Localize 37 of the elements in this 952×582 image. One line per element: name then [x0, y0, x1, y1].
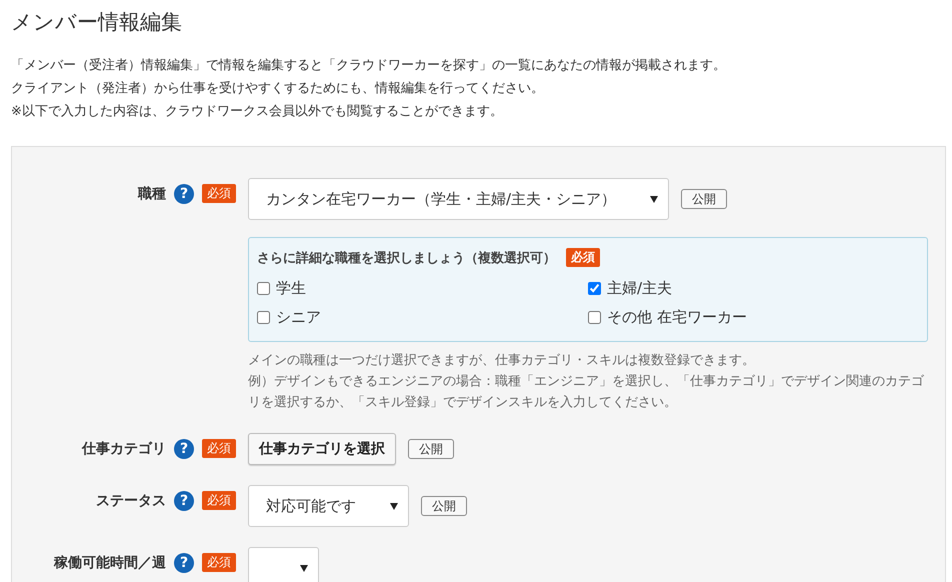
field-label: 職種	[138, 185, 166, 204]
caret-icon	[650, 196, 658, 202]
field-label: 仕事カテゴリ	[82, 440, 166, 459]
dropdown-select[interactable]: 対応可能です	[248, 485, 409, 527]
checkbox[interactable]	[588, 311, 601, 324]
field-label: ステータス	[96, 492, 166, 511]
select-category-button[interactable]: 仕事カテゴリを選択	[248, 433, 396, 465]
help-icon[interactable]: ?	[174, 439, 194, 459]
required-badge: 必須	[202, 491, 236, 510]
checkbox-label: 主婦/主夫	[607, 279, 672, 298]
intro-text: クライアント（発注者）から仕事を受けやすくするためにも、情報編集を行ってください。	[11, 80, 545, 98]
help-icon[interactable]: ?	[174, 553, 194, 573]
required-badge: 必須	[202, 553, 236, 572]
checkbox[interactable]	[588, 282, 601, 295]
checkbox[interactable]	[257, 282, 270, 295]
visibility-button[interactable]: 公開	[681, 189, 728, 209]
field-label: 稼働可能時間／週	[54, 554, 166, 573]
checkbox-label: シニア	[276, 308, 321, 327]
dropdown-select[interactable]: カンタン在宅ワーカー（学生・主婦/主夫・シニア）	[248, 178, 670, 220]
required-badge: 必須	[202, 184, 236, 203]
required-badge: 必須	[202, 439, 236, 458]
visibility-button[interactable]: 公開	[408, 439, 454, 459]
page-title: メンバー情報編集	[11, 9, 183, 36]
help-icon[interactable]: ?	[174, 491, 194, 511]
help-text: メインの職種は一つだけ選択できますが、仕事カテゴリ・スキルは複数登録できます。	[248, 352, 756, 370]
help-icon[interactable]: ?	[174, 184, 194, 204]
checkbox-label: その他 在宅ワーカー	[607, 308, 747, 327]
intro-text: ※以下で入力した内容は、クラウドワークス会員以外でも閲覧することができます。	[11, 103, 504, 121]
caret-icon	[300, 564, 308, 572]
detail-box-title: さらに詳細な職種を選択しましょう（複数選択可）	[257, 250, 556, 266]
help-text: 例）デザインもできるエンジニアの場合：職種「エンジニア」を選択し、「仕事カテゴリ」でデザイン関連のカテゴリを選択するか、「スキル登録」でデザインスキルを入力してください。	[248, 373, 925, 412]
visibility-button[interactable]: 公開	[421, 496, 467, 516]
checkbox-label: 学生	[276, 279, 306, 298]
checkbox[interactable]	[257, 311, 270, 324]
intro-text: 「メンバー（受注者）情報編集」で情報を編集すると「クラウドワーカーを探す」の一覧にあなたの情報が掲載されます。	[11, 57, 727, 75]
caret-icon	[390, 502, 398, 510]
required-badge: 必須	[566, 248, 600, 267]
